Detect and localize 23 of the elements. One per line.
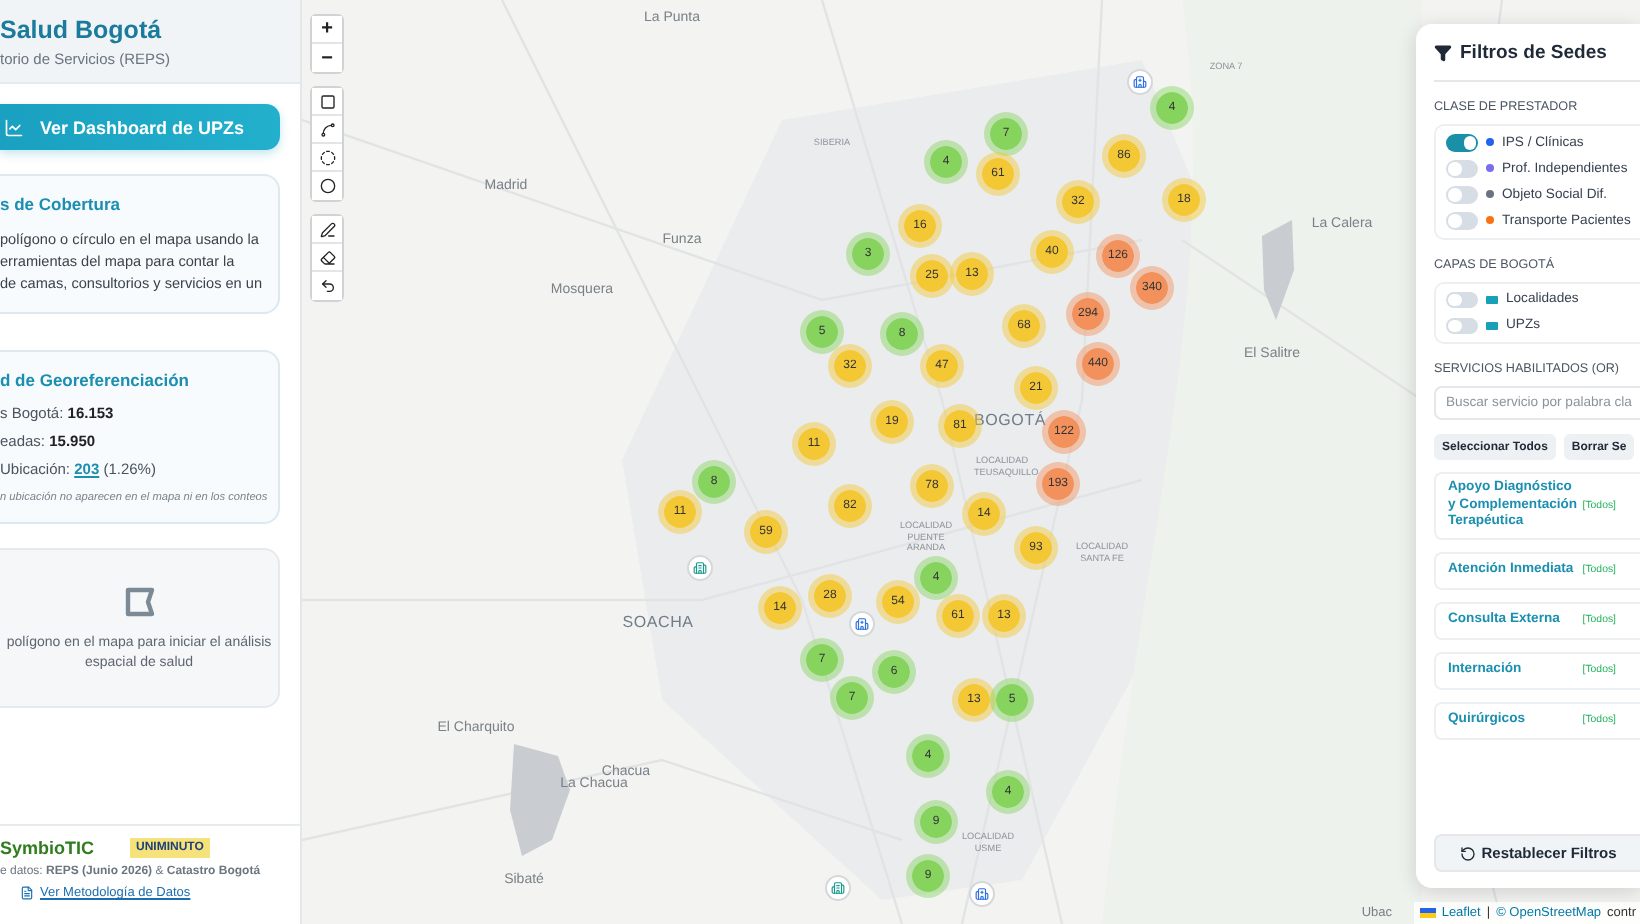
edit-pen-icon[interactable]	[312, 216, 342, 244]
toggle-switch[interactable]	[1446, 317, 1478, 334]
card-title: d de Georeferenciación	[0, 370, 191, 390]
line-chart-icon	[4, 117, 24, 137]
toggle-switch[interactable]	[1446, 186, 1478, 203]
toggle-switch[interactable]	[1446, 134, 1478, 151]
reset-icon	[1459, 845, 1476, 861]
app-title: Salud Bogotá	[0, 16, 164, 44]
flag-icon	[1419, 908, 1436, 918]
zoom-in-button[interactable]: +	[312, 16, 342, 44]
partner-logo: SymbioTIC	[0, 838, 95, 858]
card-title: s de Cobertura	[0, 194, 122, 214]
circle-draw-icon[interactable]	[312, 172, 342, 200]
toggle-switch[interactable]	[1446, 291, 1478, 308]
toggle-switch[interactable]	[1446, 160, 1478, 177]
toggle-switch[interactable]	[1446, 212, 1478, 229]
panel-title: Filtros de Sedes	[1434, 42, 1640, 82]
place-label: SOACHA	[622, 613, 694, 631]
layer-icon	[1486, 321, 1498, 330]
layer-icon	[1486, 295, 1498, 304]
filter-icon	[1434, 44, 1452, 62]
document-icon	[20, 886, 34, 900]
rectangle-draw-icon[interactable]	[312, 88, 342, 116]
